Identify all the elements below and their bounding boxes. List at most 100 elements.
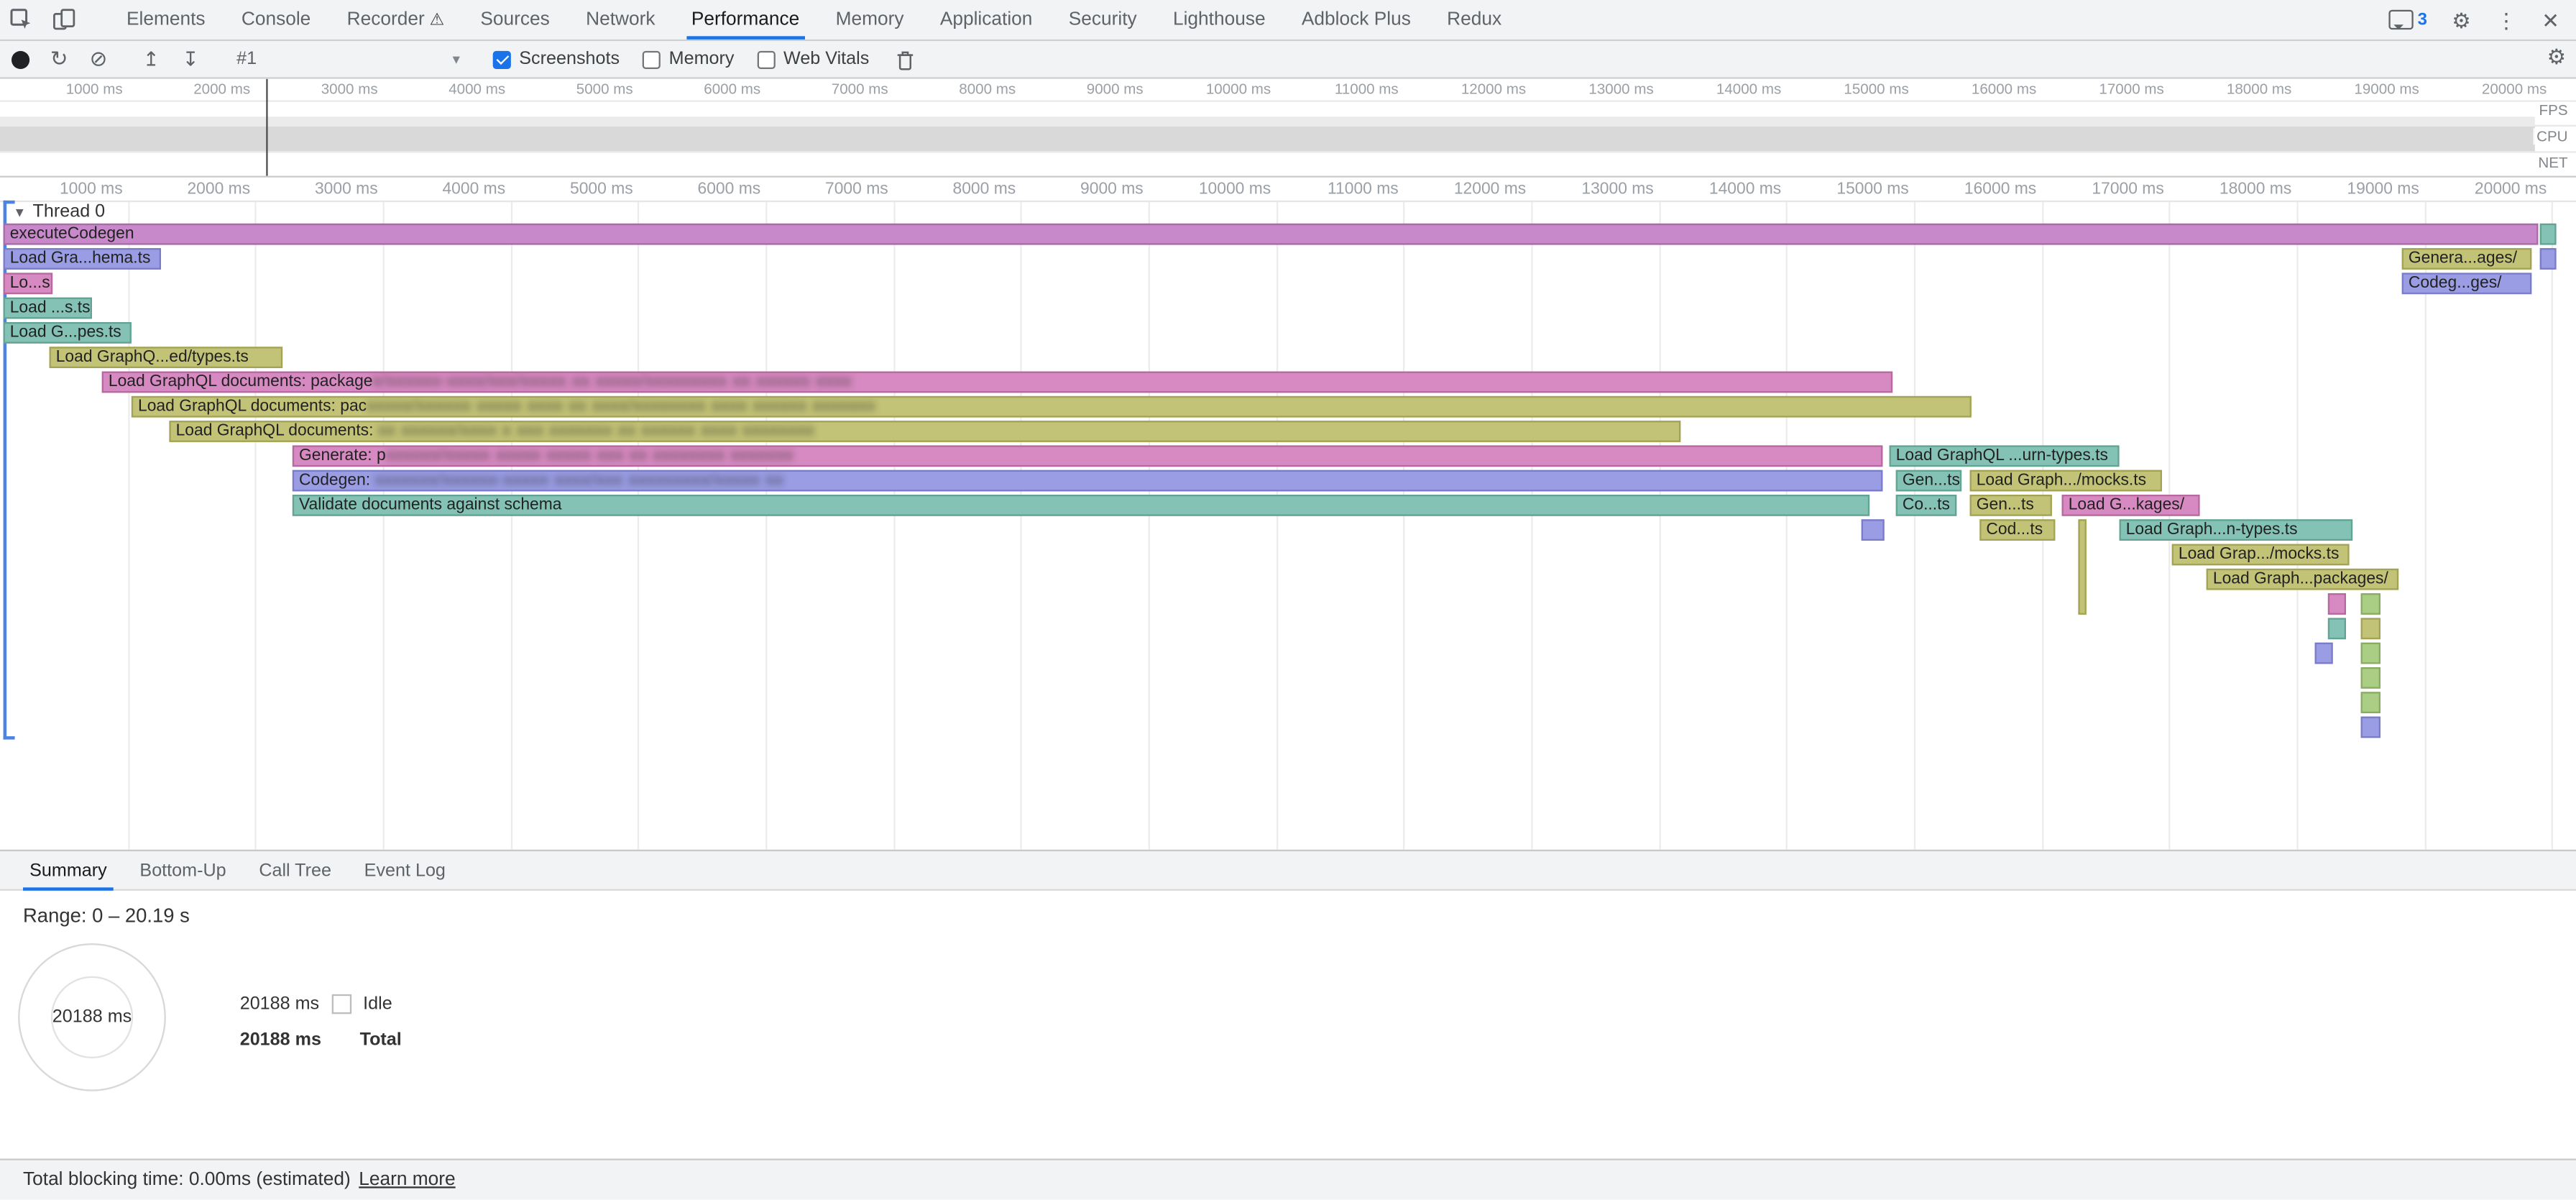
tab-sources[interactable]: Sources xyxy=(462,0,568,40)
ruler-tick-label: 8000 ms xyxy=(898,180,1016,198)
flame-bar-generate-p[interactable]: Generate: pxxxxxx/xxxxx xxxxx xxxxx xxx … xyxy=(293,445,1883,467)
flame-bar-blurred-text: xxxxxx/xxxxx xxxxx xxxxx xxx xx xxxxxxxx… xyxy=(386,447,794,465)
flame-bar-load-graphql-documents-package[interactable]: Load GraphQL documents: packagex/xxxxxx-… xyxy=(102,372,1892,393)
flame-bar[interactable] xyxy=(1862,519,1885,541)
inspect-element-icon[interactable] xyxy=(0,0,42,40)
capture-settings-gear-icon[interactable]: ⚙ xyxy=(2547,46,2567,68)
ruler-tick-label: 14000 ms xyxy=(1663,180,1782,198)
screenshots-checkbox[interactable] xyxy=(493,50,511,68)
flame-bar-label: Load Gra...hema.ts xyxy=(10,249,151,267)
ruler-tick-label: 15000 ms xyxy=(1790,180,1909,198)
memory-checkbox[interactable] xyxy=(643,50,661,68)
flame-bar[interactable] xyxy=(2328,618,2346,639)
grid-line xyxy=(1786,201,1788,850)
settings-gear-icon[interactable]: ⚙ xyxy=(2452,9,2471,31)
flame-bar-lo-s[interactable]: Lo...s xyxy=(4,272,53,294)
flame-bar[interactable] xyxy=(2361,643,2380,664)
collapse-triangle-icon[interactable]: ▼ xyxy=(13,205,26,220)
flame-bar-load-s-ts[interactable]: Load ...s.ts xyxy=(4,298,92,319)
flame-bar[interactable] xyxy=(2078,519,2086,615)
tab-performance[interactable]: Performance xyxy=(673,0,818,40)
close-devtools-icon[interactable]: ✕ xyxy=(2542,9,2559,31)
flame-bar-cod-ts[interactable]: Cod...ts xyxy=(1979,519,2055,541)
flame-bar-label: Load GraphQ...ed/types.ts xyxy=(56,349,249,367)
flame-bar[interactable] xyxy=(2361,667,2380,689)
total-value: 20188 ms xyxy=(240,1030,332,1050)
flame-bar[interactable] xyxy=(2361,618,2380,639)
flame-bar-genera-ages-[interactable]: Genera...ages/ xyxy=(2402,248,2532,270)
idle-value: 20188 ms xyxy=(240,994,332,1014)
tab-redux[interactable]: Redux xyxy=(1429,0,1519,40)
more-options-icon[interactable]: ⋮ xyxy=(2496,9,2517,31)
flame-bar-gen-ts[interactable]: Gen...ts xyxy=(1896,470,1961,492)
flame-bar-load-graphql-documents-[interactable]: Load GraphQL documents: xx xxxxxx/xxxx x… xyxy=(169,421,1680,442)
ruler-tick-label: 4000 ms xyxy=(387,180,506,198)
save-profile-icon[interactable]: ↧ xyxy=(171,50,211,69)
overview-tick-label: 16000 ms xyxy=(1918,81,2037,97)
grid-line xyxy=(1149,201,1150,850)
tab-summary[interactable]: Summary xyxy=(13,851,123,890)
flame-bar-codeg-ges-[interactable]: Codeg...ges/ xyxy=(2402,272,2532,294)
flame-bar-load-graphql-urn-types-ts[interactable]: Load GraphQL ...urn-types.ts xyxy=(1890,445,2120,467)
flame-bar-label: Gen...ts xyxy=(1903,472,1960,490)
tab-network[interactable]: Network xyxy=(568,0,673,40)
screenshots-checkbox-label[interactable]: Screenshots xyxy=(519,50,620,69)
tab-recorder[interactable]: Recorder⚠ xyxy=(328,0,462,40)
tab-console[interactable]: Console xyxy=(224,0,329,40)
flame-bar-codegen-[interactable]: Codegen: xxxxxxx/xxxxxx-xxxxx xxxx/xxx x… xyxy=(293,470,1883,492)
timeline-overview[interactable]: 1000 ms2000 ms3000 ms4000 ms5000 ms6000 … xyxy=(0,79,2576,178)
memory-checkbox-label[interactable]: Memory xyxy=(669,50,735,69)
device-toolbar-icon[interactable] xyxy=(42,0,85,40)
reload-and-record-button[interactable]: ↻ xyxy=(40,46,79,73)
overview-tick-label: 6000 ms xyxy=(643,81,761,97)
clear-button[interactable]: ⊘ xyxy=(79,46,119,73)
tab-memory[interactable]: Memory xyxy=(817,0,921,40)
flame-bar-load-gra-hema-ts[interactable]: Load Gra...hema.ts xyxy=(4,248,161,270)
flame-bar-validate-documents-against-schema[interactable]: Validate documents against schema xyxy=(293,495,1869,516)
flame-bar-co-ts[interactable]: Co...ts xyxy=(1896,495,1957,516)
tab-lighthouse[interactable]: Lighthouse xyxy=(1155,0,1284,40)
flame-bar-load-grap-mocks-ts[interactable]: Load Grap.../mocks.ts xyxy=(2172,544,2350,566)
web-vitals-checkbox[interactable] xyxy=(757,50,775,68)
flame-bar[interactable] xyxy=(2540,224,2557,245)
tab-adblock-plus[interactable]: Adblock Plus xyxy=(1284,0,1429,40)
flame-bar[interactable] xyxy=(2361,717,2380,738)
tab-event-log[interactable]: Event Log xyxy=(348,851,462,890)
flame-bar[interactable] xyxy=(2315,643,2333,664)
flame-bar[interactable] xyxy=(2540,248,2557,270)
ruler-tick-label: 16000 ms xyxy=(1918,180,2037,198)
web-vitals-checkbox-label[interactable]: Web Vitals xyxy=(783,50,869,69)
ruler-tick-label: 7000 ms xyxy=(770,180,888,198)
flame-bar[interactable] xyxy=(2361,593,2380,615)
ruler-tick-label: 19000 ms xyxy=(2301,180,2419,198)
flame-bar-label: Gen...ts xyxy=(1977,496,2034,514)
flame-bar-load-graph-n-types-ts[interactable]: Load Graph...n-types.ts xyxy=(2120,519,2353,541)
thread-header[interactable]: ▼ Thread 0 xyxy=(13,202,105,221)
overview-frame-marker[interactable] xyxy=(266,79,267,176)
flame-chart[interactable]: 1000 ms2000 ms3000 ms4000 ms5000 ms6000 … xyxy=(0,178,2576,850)
load-profile-icon[interactable]: ↥ xyxy=(132,50,171,69)
tab-call-tree[interactable]: Call Tree xyxy=(242,851,347,890)
flame-bar-gen-ts[interactable]: Gen...ts xyxy=(1970,495,2052,516)
flame-bar-label: Load Graph...packages/ xyxy=(2213,570,2388,588)
flame-bar-load-graph-packages-[interactable]: Load Graph...packages/ xyxy=(2207,569,2398,590)
delete-recording-icon[interactable] xyxy=(886,48,925,70)
flame-bar-load-graph-mocks-ts[interactable]: Load Graph.../mocks.ts xyxy=(1970,470,2162,492)
flame-bar-load-graphq-ed-types-ts[interactable]: Load GraphQ...ed/types.ts xyxy=(50,347,283,368)
console-messages-badge[interactable]: 3 xyxy=(2388,10,2428,29)
tab-elements[interactable]: Elements xyxy=(109,0,224,40)
flame-bar-load-graphql-documents-pac[interactable]: Load GraphQL documents: pacxxxxx/xxxxxx … xyxy=(132,396,1972,418)
flame-bar[interactable] xyxy=(2361,692,2380,713)
flame-bar-load-g-kages-[interactable]: Load G...kages/ xyxy=(2062,495,2200,516)
profile-select[interactable]: #1 ▾ xyxy=(226,50,469,69)
record-button[interactable] xyxy=(0,50,40,68)
flame-bar-executecodegen[interactable]: executeCodegen xyxy=(4,224,2539,245)
learn-more-link[interactable]: Learn more xyxy=(359,1170,455,1189)
grid-line xyxy=(765,201,767,850)
flame-bar-load-g-pes-ts[interactable]: Load G...pes.ts xyxy=(4,322,132,344)
flame-bar[interactable] xyxy=(2328,593,2346,615)
tab-application[interactable]: Application xyxy=(922,0,1051,40)
tab-bottom-up[interactable]: Bottom-Up xyxy=(124,851,243,890)
ruler-tick-label: 11000 ms xyxy=(1280,180,1399,198)
tab-security[interactable]: Security xyxy=(1051,0,1155,40)
